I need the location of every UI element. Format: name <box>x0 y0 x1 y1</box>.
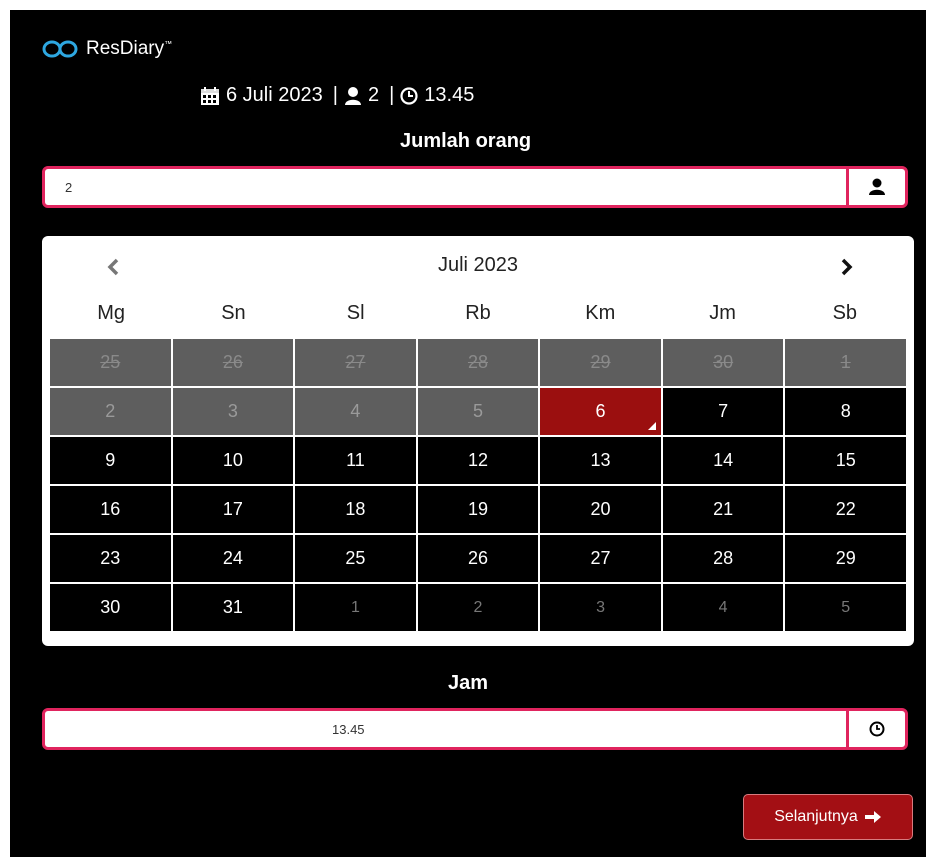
next-button-label: Selanjutnya <box>774 808 858 825</box>
day-cell-selected[interactable]: 6 <box>540 388 661 435</box>
day-cell[interactable]: 11 <box>295 437 416 484</box>
clock-icon <box>400 86 418 105</box>
day-cell[interactable]: 9 <box>50 437 171 484</box>
booking-summary: 6 Juli 2023 | 2 | 13.45 <box>200 84 474 107</box>
day-cell[interactable]: 7 <box>662 388 784 435</box>
day-cell[interactable]: 26 <box>417 535 539 582</box>
day-cell[interactable]: 20 <box>540 486 661 533</box>
day-cell[interactable]: 8 <box>785 388 906 435</box>
time-input[interactable]: 13.45 <box>45 711 846 747</box>
day-cell[interactable]: 18 <box>295 486 416 533</box>
day-cell: 1 <box>785 339 906 386</box>
day-cell: 5 <box>785 584 906 631</box>
day-cell[interactable]: 19 <box>417 486 539 533</box>
day-cell[interactable]: 14 <box>662 437 784 484</box>
summary-time: 13.45 <box>424 84 475 106</box>
brand-name: ResDiary™ <box>86 38 173 59</box>
time-addon[interactable] <box>846 711 905 747</box>
chevron-right-icon <box>841 258 853 276</box>
next-month-button[interactable] <box>832 252 862 282</box>
day-cell: 29 <box>540 339 661 386</box>
weekday-label: Km <box>585 302 616 324</box>
time-label: Jam <box>448 672 489 694</box>
day-cell: 5 <box>417 388 539 435</box>
people-addon[interactable] <box>846 169 905 205</box>
day-cell: 2 <box>50 388 171 435</box>
weekday-label: Sl <box>346 302 365 324</box>
date-calendar: Juli 2023 Mg Sn Sl Rb Km Jm Sb 25 26 27 28 29 30 1 2 3… <box>42 236 914 646</box>
weekday-label: Mg <box>97 302 126 324</box>
day-cell: 3 <box>172 388 294 435</box>
weekday-label: Jm <box>709 302 736 324</box>
day-cell[interactable]: 22 <box>785 486 906 533</box>
day-cell[interactable]: 15 <box>785 437 906 484</box>
day-cell: 4 <box>662 584 784 631</box>
arrow-right-icon <box>864 811 881 823</box>
day-cell: 25 <box>50 339 171 386</box>
day-cell[interactable]: 31 <box>172 584 294 631</box>
people-label: Jumlah orang <box>400 130 532 152</box>
summary-guests: 2 <box>367 84 380 106</box>
user-icon <box>869 178 885 195</box>
summary-date: 6 Juli 2023 <box>226 84 323 106</box>
day-cell: 3 <box>540 584 661 631</box>
weekday-label: Rb <box>465 302 491 324</box>
time-field[interactable]: 13.45 <box>42 708 908 750</box>
next-button[interactable]: Selanjutnya <box>743 794 913 840</box>
brand-logo: ResDiary™ <box>42 38 172 60</box>
people-field[interactable]: 2 <box>42 166 908 208</box>
day-cell: 2 <box>417 584 539 631</box>
user-icon <box>344 86 361 105</box>
summary-separator: | <box>389 84 395 106</box>
day-cell: 1 <box>295 584 416 631</box>
day-cell[interactable]: 29 <box>785 535 906 582</box>
weekday-label: Sb <box>832 302 858 324</box>
day-cell[interactable]: 12 <box>417 437 539 484</box>
day-cell[interactable]: 17 <box>172 486 294 533</box>
day-cell: 4 <box>295 388 416 435</box>
calendar-icon <box>201 86 219 105</box>
month-title: Juli 2023 <box>437 254 519 276</box>
summary-separator: | <box>332 84 338 106</box>
resdiary-logo-icon <box>42 40 78 58</box>
day-cell[interactable]: 10 <box>172 437 294 484</box>
people-input[interactable]: 2 <box>45 169 846 205</box>
day-cell[interactable]: 21 <box>662 486 784 533</box>
day-cell[interactable]: 13 <box>540 437 661 484</box>
weekday-header: Mg Sn Sl Rb Km Jm Sb <box>50 302 906 325</box>
weekday-label: Sn <box>221 302 246 324</box>
clock-icon <box>869 721 885 737</box>
day-cell[interactable]: 16 <box>50 486 171 533</box>
day-cell: 27 <box>295 339 416 386</box>
day-cell[interactable]: 23 <box>50 535 171 582</box>
day-cell[interactable]: 28 <box>662 535 784 582</box>
day-grid: 25 26 27 28 29 30 1 2 3 4 5 6 7 8 9 10 11 12 13 14 15 16 17 18 1… <box>50 339 906 631</box>
day-cell: 28 <box>417 339 539 386</box>
day-cell[interactable]: 24 <box>172 535 294 582</box>
day-cell[interactable]: 30 <box>50 584 171 631</box>
day-cell: 30 <box>662 339 784 386</box>
day-cell[interactable]: 25 <box>295 535 416 582</box>
day-cell: 26 <box>172 339 294 386</box>
day-cell[interactable]: 27 <box>540 535 661 582</box>
calendar-header: Juli 2023 <box>42 252 914 282</box>
